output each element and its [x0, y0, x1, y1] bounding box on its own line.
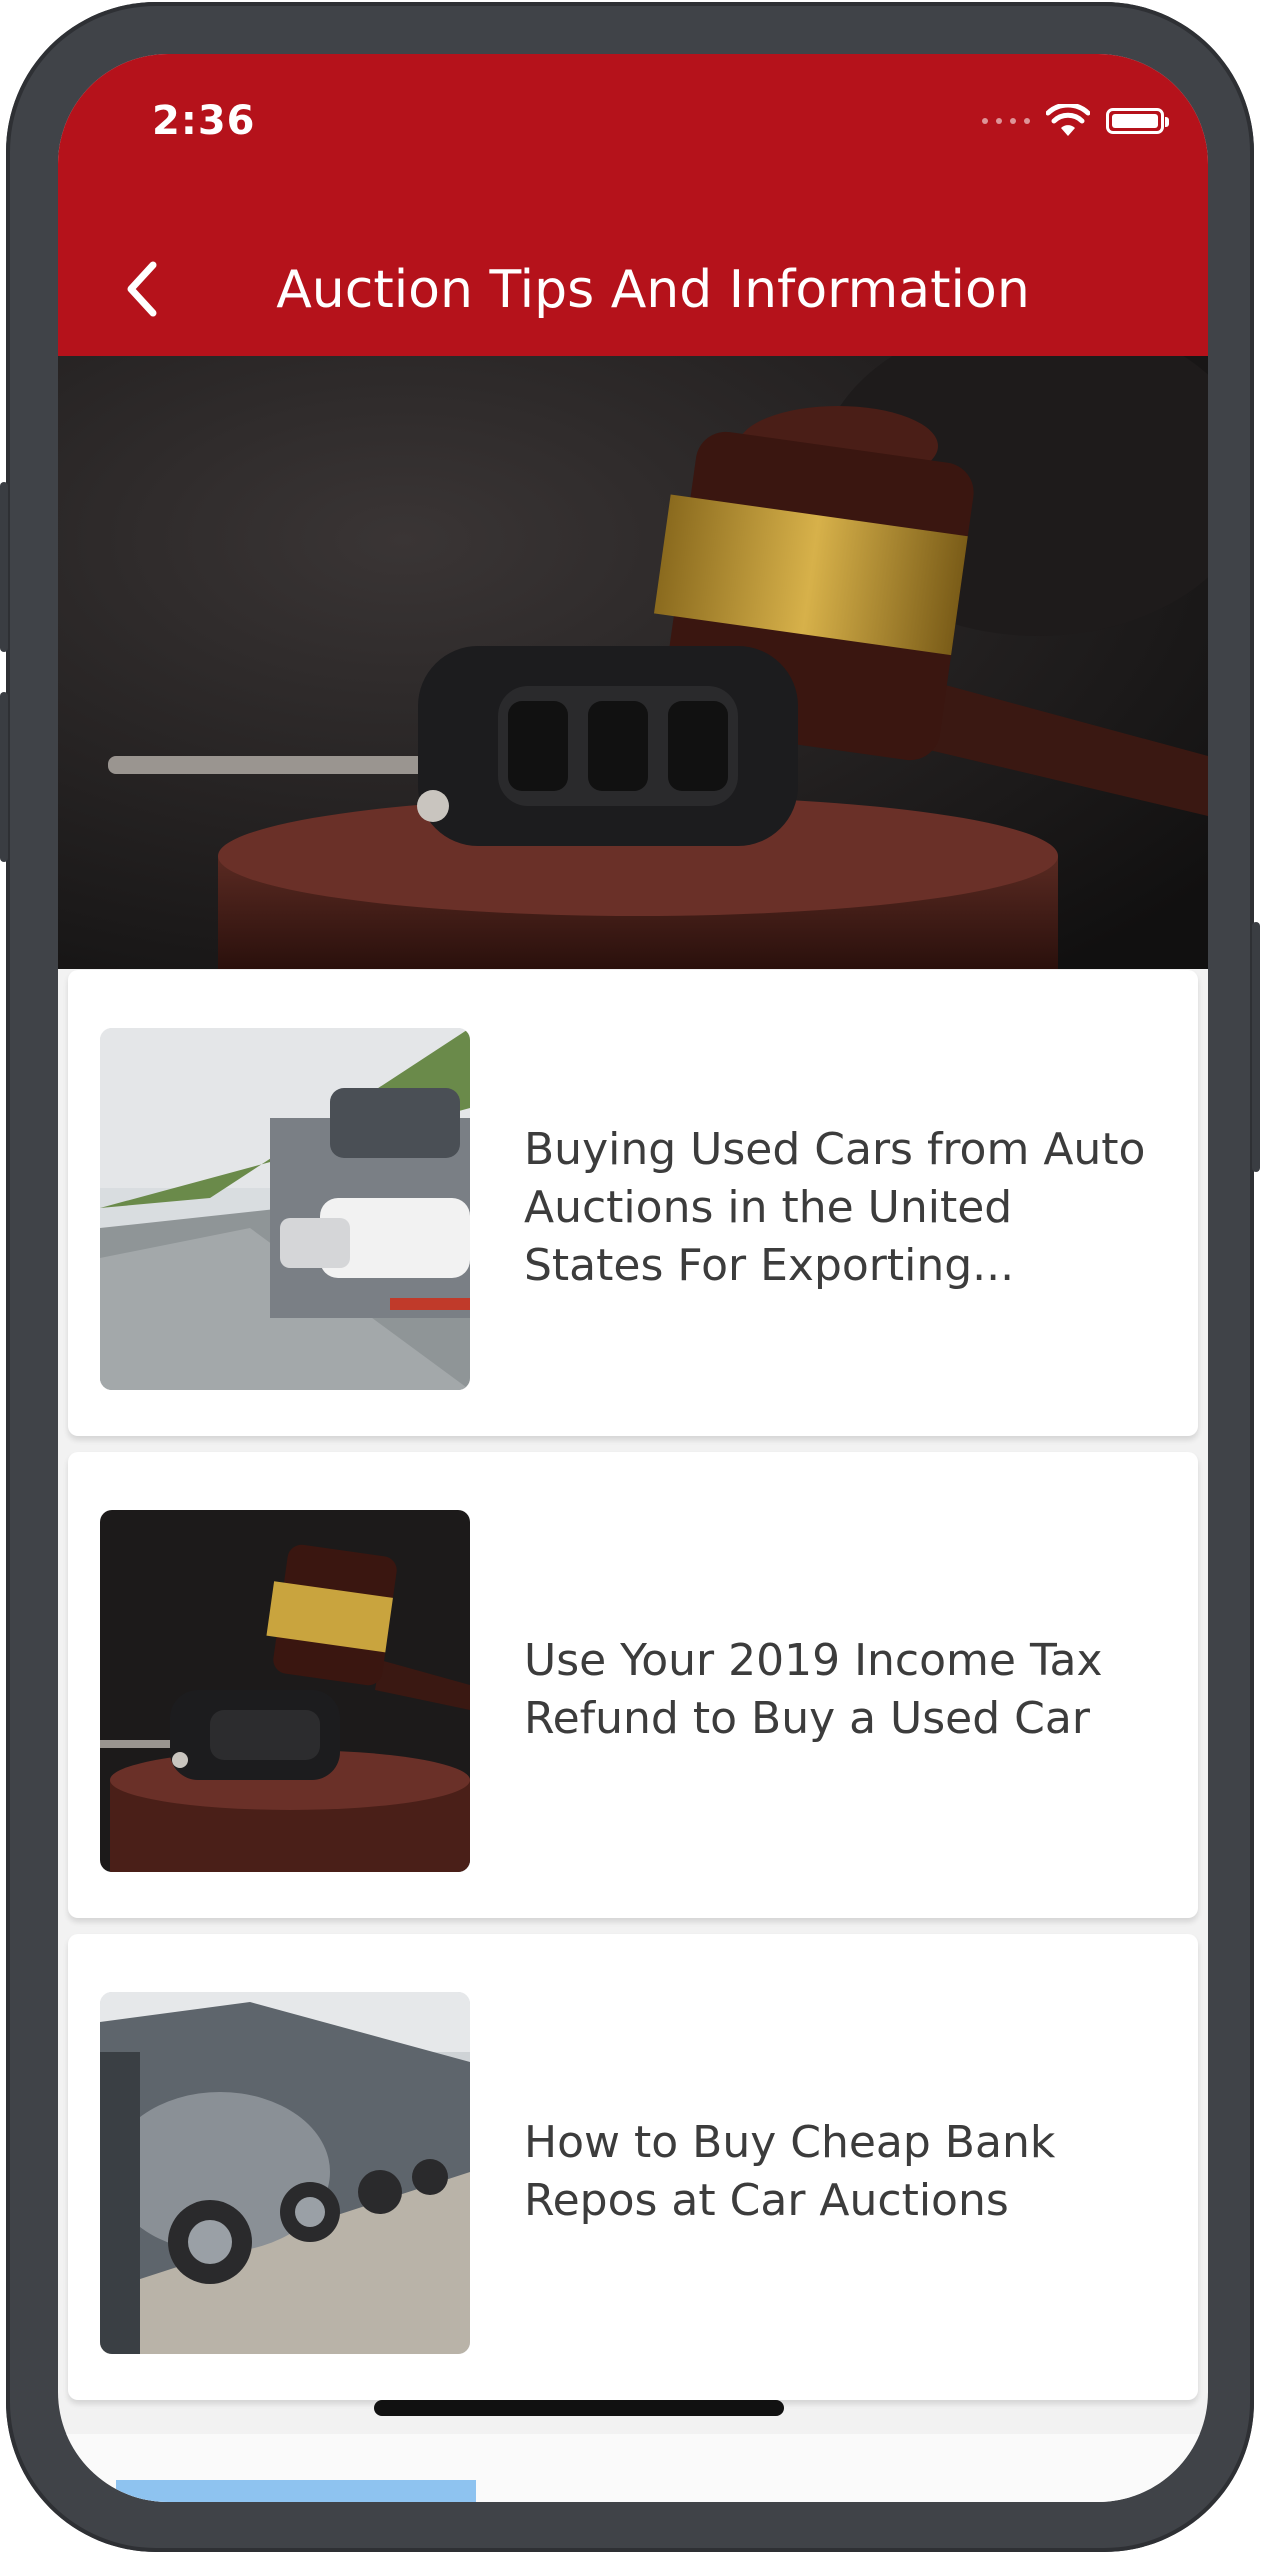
- article-thumbnail: [100, 1510, 470, 1872]
- article-thumbnail: [100, 1992, 470, 2354]
- home-indicator[interactable]: [374, 2400, 784, 2416]
- status-time: 2:36: [152, 98, 256, 144]
- article-title: Use Your 2019 Income Tax Refund to Buy a…: [524, 1635, 1103, 1744]
- article-title: Buying Used Cars from Auto Auctions in t…: [524, 1124, 1146, 1291]
- wifi-icon: [1046, 104, 1090, 136]
- volume-up-button: [0, 482, 8, 652]
- status-icons: [982, 104, 1169, 138]
- battery-icon: [1106, 108, 1169, 134]
- power-button: [1252, 922, 1260, 1172]
- article-card[interactable]: How to Buy Cheap Bank Repos at Car Aucti…: [68, 1934, 1198, 2400]
- signal-icon: [982, 118, 1030, 124]
- app-header: 2:36 Auction Tips And Information: [58, 54, 1208, 356]
- hero-image: [58, 356, 1208, 969]
- loading-bar: [116, 2480, 476, 2502]
- next-card-peek: [58, 2434, 1208, 2502]
- volume-down-button: [0, 692, 8, 862]
- phone-frame: 2:36 Auction Tips And Information Buying…: [0, 2, 1260, 2552]
- app-screen: 2:36 Auction Tips And Information Buying…: [58, 54, 1208, 2502]
- page-title: Auction Tips And Information: [276, 260, 1030, 320]
- article-card[interactable]: Use Your 2019 Income Tax Refund to Buy a…: [68, 1452, 1198, 1918]
- article-thumbnail: [100, 1028, 470, 1390]
- article-title: How to Buy Cheap Bank Repos at Car Aucti…: [524, 2117, 1056, 2226]
- article-card[interactable]: Buying Used Cars from Auto Auctions in t…: [68, 970, 1198, 1436]
